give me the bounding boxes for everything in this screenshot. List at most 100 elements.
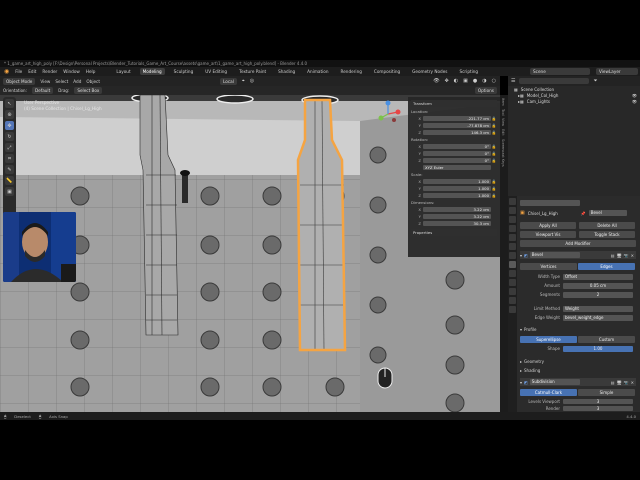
object-name[interactable]: Chisel_Lg_High xyxy=(528,211,578,216)
menu-file[interactable]: File xyxy=(15,69,22,74)
dimensions-y-field[interactable]: 3.22 cm xyxy=(423,213,491,219)
toggle-stack-button[interactable]: Toggle Stack xyxy=(579,230,635,238)
chevron-down-icon[interactable]: ▾ xyxy=(520,380,522,385)
tab-animation[interactable]: Animation xyxy=(304,68,331,75)
overlay-icon[interactable]: ◐ xyxy=(454,78,458,84)
modifier-tab-icon[interactable] xyxy=(509,261,516,268)
shading-subpanel-header[interactable]: ▸ Shading xyxy=(520,367,636,374)
subdivision-name-field[interactable]: Subdivision xyxy=(529,379,580,385)
menu-help[interactable]: Help xyxy=(86,69,96,74)
mode-selector[interactable]: Object Mode xyxy=(3,77,36,85)
scale-tool-icon[interactable]: ⤢ xyxy=(5,143,14,152)
menu-render[interactable]: Render xyxy=(42,69,57,74)
tab-scripting[interactable]: Scripting xyxy=(456,68,481,75)
blender-logo-icon[interactable]: ◉ xyxy=(4,68,9,75)
custom-toggle[interactable]: Custom xyxy=(578,336,635,343)
particles-tab-icon[interactable] xyxy=(509,270,516,277)
lock-icon[interactable]: 🔓 xyxy=(491,158,497,163)
scale-y-field[interactable]: 1.000 xyxy=(423,185,491,191)
amount-field[interactable]: 0.05 cm xyxy=(563,282,633,289)
sidebar-tab-edit[interactable]: Edit xyxy=(501,129,505,136)
3d-cursor-icon[interactable]: ⊕ xyxy=(5,110,14,119)
close-icon[interactable]: ✕ xyxy=(631,380,634,385)
menu-window[interactable]: Window xyxy=(63,69,80,74)
modifier-selector[interactable]: Bevel xyxy=(588,210,627,216)
data-tab-icon[interactable] xyxy=(509,297,516,304)
scene-selector[interactable]: Scene xyxy=(530,68,590,75)
lock-icon[interactable]: 🔓 xyxy=(491,151,497,156)
lock-icon[interactable]: 🔓 xyxy=(491,193,497,198)
location-x-field[interactable]: -221.77 cm xyxy=(423,115,491,121)
render-icon[interactable]: 📷 xyxy=(624,380,629,385)
tab-compositing[interactable]: Compositing xyxy=(371,68,403,75)
options-button[interactable]: Options xyxy=(474,87,497,94)
levels-viewport-field[interactable]: 3 xyxy=(563,398,633,404)
realtime-icon[interactable]: 🖥 xyxy=(617,253,622,258)
scale-x-field[interactable]: 1.000 xyxy=(423,178,491,184)
limit-method-selector[interactable]: Weight xyxy=(563,305,633,312)
geometry-subpanel-header[interactable]: ▸ Geometry xyxy=(520,358,636,365)
lock-icon[interactable]: 🔓 xyxy=(491,123,497,128)
properties-header[interactable]: Properties xyxy=(411,229,497,236)
lock-icon[interactable]: 🔓 xyxy=(491,144,497,149)
scale-z-field[interactable]: 1.000 xyxy=(423,192,491,198)
lock-icon[interactable]: 🔓 xyxy=(491,186,497,191)
delete-all-button[interactable]: Delete All xyxy=(579,221,635,229)
rotation-y-field[interactable]: 0° xyxy=(423,150,491,156)
chevron-down-icon[interactable]: ▾ xyxy=(520,327,522,332)
add-cube-tool-icon[interactable]: ▣ xyxy=(5,187,14,196)
viewport-vis-button[interactable]: Viewport Vis xyxy=(520,230,576,238)
menu-object[interactable]: Object xyxy=(86,79,100,84)
edit-mode-icon[interactable]: ▤ xyxy=(611,253,615,258)
tab-uv-editing[interactable]: UV Editing xyxy=(202,68,230,75)
render-levels-field[interactable]: 3 xyxy=(563,405,633,411)
tab-sculpting[interactable]: Sculpting xyxy=(171,68,197,75)
sidebar-tab-item[interactable]: Item xyxy=(501,98,505,106)
rotation-x-field[interactable]: 0° xyxy=(423,143,491,149)
visibility-icon[interactable]: 👁 xyxy=(632,99,637,104)
location-z-field[interactable]: 146.3 cm xyxy=(423,129,491,135)
chevron-down-icon[interactable]: ▾ xyxy=(520,253,522,258)
location-y-field[interactable]: -77.878 cm xyxy=(423,122,491,128)
simple-toggle[interactable]: Simple xyxy=(578,389,635,396)
vertices-toggle[interactable]: Vertices xyxy=(520,263,577,270)
shading-rendered-icon[interactable]: ○ xyxy=(492,78,496,84)
transform-orientation-selector[interactable]: Local xyxy=(220,77,237,85)
transform-tool-icon[interactable]: ⌗ xyxy=(5,154,14,163)
segments-field[interactable]: 2 xyxy=(563,291,633,298)
tab-layout[interactable]: Layout xyxy=(113,68,133,75)
annotate-tool-icon[interactable]: ✎ xyxy=(5,165,14,174)
cursor-tool-icon[interactable]: ↖ xyxy=(5,99,14,108)
gizmo-icon[interactable]: ✥ xyxy=(445,78,449,84)
output-tab-icon[interactable] xyxy=(509,216,516,223)
catmull-clark-toggle[interactable]: Catmull-Clark xyxy=(520,389,577,396)
tab-shading[interactable]: Shading xyxy=(275,68,298,75)
pin-icon[interactable]: 📌 xyxy=(581,211,586,216)
tab-modeling[interactable]: Modeling xyxy=(139,68,165,75)
outliner-item[interactable]: ▸▦ Cam_Lights 👁 xyxy=(508,98,640,104)
lock-icon[interactable]: 🔓 xyxy=(491,130,497,135)
physics-tab-icon[interactable] xyxy=(509,279,516,286)
outliner-type-icon[interactable]: ☰ xyxy=(511,78,515,84)
view-layer-selector[interactable]: ViewLayer xyxy=(596,68,638,75)
menu-select[interactable]: Select xyxy=(55,79,68,84)
shading-solid-icon[interactable]: ● xyxy=(473,78,477,84)
rotate-tool-icon[interactable]: ↻ xyxy=(5,132,14,141)
chevron-right-icon[interactable]: ▸ xyxy=(520,368,522,373)
tab-rendering[interactable]: Rendering xyxy=(338,68,365,75)
menu-view[interactable]: View xyxy=(40,79,50,84)
edges-toggle[interactable]: Edges xyxy=(578,263,635,270)
navigation-gizmo[interactable] xyxy=(376,100,406,126)
view-layer-tab-icon[interactable] xyxy=(509,225,516,232)
orientation-selector[interactable]: Default xyxy=(31,87,54,94)
render-tab-icon[interactable] xyxy=(509,207,516,214)
bevel-name-field[interactable]: Bevel xyxy=(529,252,580,258)
menu-add[interactable]: Add xyxy=(73,79,81,84)
shading-material-icon[interactable]: ◑ xyxy=(482,78,486,84)
subdivision-modifier-header[interactable]: ▾ ◩ Subdivision ▤ 🖥 📷 ✕ xyxy=(520,378,636,386)
add-modifier-button[interactable]: Add Modifier xyxy=(520,240,636,247)
rotation-mode-selector[interactable]: XYZ Euler xyxy=(423,164,491,170)
edge-weight-selector[interactable]: bevel_weight_edge xyxy=(563,314,633,321)
visibility-icon[interactable]: 👁 xyxy=(433,78,439,84)
dimensions-z-field[interactable]: 30.3 cm xyxy=(423,220,491,226)
